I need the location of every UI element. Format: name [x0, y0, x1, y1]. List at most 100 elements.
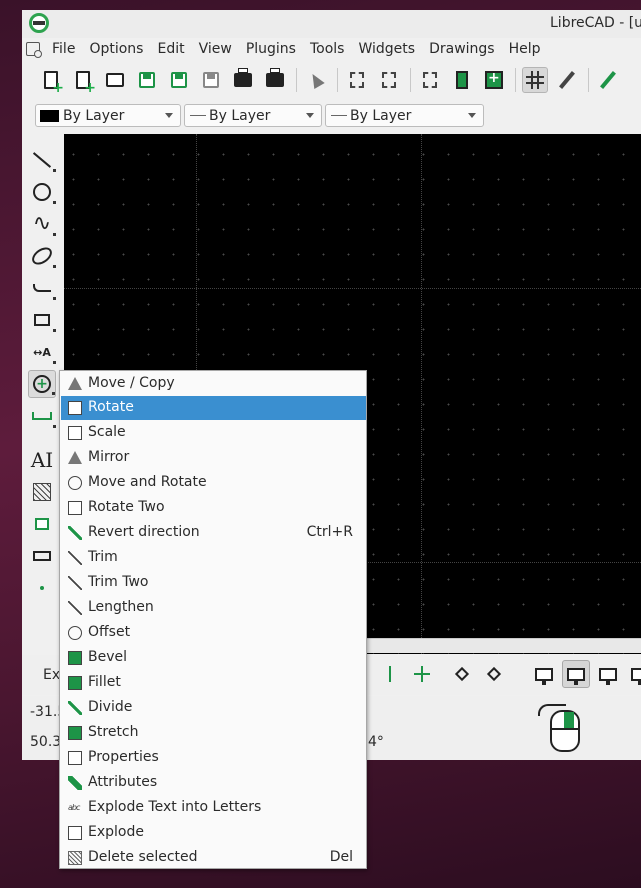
select-pointer-button[interactable]	[303, 67, 329, 93]
menu-item-move-copy[interactable]: Move / Copy	[61, 372, 366, 396]
modify-tool-button[interactable]: +	[28, 370, 56, 398]
toolbar-separator	[515, 68, 516, 92]
menu-item-move-and-rotate[interactable]: Move and Rotate	[61, 471, 366, 495]
ellipse-icon	[28, 243, 56, 269]
redo-button[interactable]	[376, 67, 402, 93]
menu-item-explode[interactable]: Explode	[61, 821, 366, 845]
menu-item-lengthen[interactable]: Lengthen	[61, 596, 366, 620]
menu-item-attributes[interactable]: Attributes	[61, 771, 366, 795]
menu-edit[interactable]: Edit	[150, 41, 191, 57]
menu-plugins[interactable]: Plugins	[239, 41, 303, 57]
menu-item-fillet[interactable]: Fillet	[61, 671, 366, 695]
width-combo-label: By Layer	[209, 107, 271, 124]
menu-item-revert-direction[interactable]: Revert direction Ctrl+R	[61, 521, 366, 545]
draft-button[interactable]	[554, 67, 580, 93]
revert-direction-icon	[68, 526, 82, 540]
attributes-icon	[68, 776, 82, 790]
save-button[interactable]	[134, 67, 160, 93]
print-preview-button[interactable]	[262, 67, 288, 93]
cut-button[interactable]	[417, 67, 443, 93]
rotate-two-icon	[68, 501, 82, 515]
block-tool-button[interactable]	[28, 542, 56, 570]
view-active-button[interactable]	[562, 660, 590, 688]
menu-item-properties[interactable]: Properties	[61, 746, 366, 770]
pen-button[interactable]	[595, 67, 621, 93]
snap-restrict-button[interactable]	[448, 660, 476, 688]
menu-help[interactable]: Help	[502, 41, 548, 57]
menu-item-divide[interactable]: Divide	[61, 696, 366, 720]
title-bar[interactable]: LibreCAD - [un	[22, 10, 641, 38]
text-tool-button[interactable]: AI	[28, 446, 56, 474]
dimension-tool-button[interactable]: ↔A	[28, 338, 56, 366]
lock-relative-button[interactable]	[480, 660, 508, 688]
librecad-logo-icon	[29, 13, 49, 33]
ellipse-tool-button[interactable]	[28, 242, 56, 270]
menu-item-rotate-two[interactable]: Rotate Two	[61, 496, 366, 520]
window-title: LibreCAD - [un	[550, 15, 641, 31]
grid-toggle-button[interactable]	[522, 67, 548, 93]
block-icon	[33, 551, 51, 561]
print-icon	[234, 68, 252, 87]
mouse-icon	[550, 710, 580, 752]
select-tool-button[interactable]	[28, 306, 56, 334]
dimension-icon: ↔A	[33, 345, 51, 359]
save-as-button[interactable]	[166, 67, 192, 93]
copy-button[interactable]	[449, 67, 475, 93]
menu-options[interactable]: Options	[82, 41, 150, 57]
save-all-button[interactable]	[198, 67, 224, 93]
modify-popup-menu: Move / Copy Rotate Scale Mirror Move and…	[59, 370, 367, 869]
line-icon	[32, 152, 52, 168]
menu-item-trim-two[interactable]: Trim Two	[61, 571, 366, 595]
menu-drawings[interactable]: Drawings	[422, 41, 502, 57]
view-button[interactable]	[530, 660, 558, 688]
menu-view[interactable]: View	[192, 41, 239, 57]
open-button[interactable]	[102, 67, 128, 93]
spline-tool-button[interactable]: ∿	[28, 210, 56, 238]
new-button[interactable]	[38, 67, 64, 95]
width-combo[interactable]: By Layer	[184, 104, 322, 127]
menu-item-mirror[interactable]: Mirror	[61, 446, 366, 470]
polyline-tool-button[interactable]	[28, 274, 56, 302]
menu-tools[interactable]: Tools	[303, 41, 352, 57]
width-swatch	[190, 115, 206, 116]
undo-button[interactable]	[344, 67, 370, 93]
menu-item-rotate[interactable]: Rotate	[61, 396, 366, 420]
snap-center-icon	[414, 666, 430, 682]
circle-tool-button[interactable]	[28, 178, 56, 206]
scale-icon	[68, 426, 82, 440]
menu-item-scale[interactable]: Scale	[61, 421, 366, 445]
grid-icon	[526, 71, 544, 89]
tool-palette: ∿ ↔A + AI	[22, 134, 62, 654]
window-menu-icon[interactable]	[26, 42, 42, 58]
text-icon: AI	[30, 448, 54, 472]
menu-item-delete-selected[interactable]: Delete selected Del	[61, 846, 366, 870]
image-icon	[35, 518, 49, 530]
menu-item-bevel[interactable]: Bevel	[61, 646, 366, 670]
undo-icon	[350, 72, 364, 88]
properties-icon	[68, 751, 82, 765]
snap-middle-icon	[389, 666, 391, 682]
linetype-combo[interactable]: By Layer	[325, 104, 484, 127]
snap-middle-button[interactable]	[376, 660, 404, 688]
menu-item-stretch[interactable]: Stretch	[61, 721, 366, 745]
view-alt-button[interactable]	[594, 660, 622, 688]
menu-file[interactable]: File	[45, 41, 82, 57]
hatch-tool-button[interactable]	[28, 478, 56, 506]
fillet-icon	[68, 676, 82, 690]
view-extra-button[interactable]	[626, 660, 641, 688]
snap-center-button[interactable]	[408, 660, 436, 688]
point-tool-button[interactable]	[28, 574, 56, 602]
print-button[interactable]	[230, 67, 256, 93]
menu-item-offset[interactable]: Offset	[61, 621, 366, 645]
line-tool-button[interactable]	[28, 146, 56, 174]
menu-widgets[interactable]: Widgets	[351, 41, 422, 57]
color-combo[interactable]: By Layer	[35, 104, 181, 127]
new-from-template-button[interactable]	[70, 67, 96, 95]
menu-item-explode-text[interactable]: abc Explode Text into Letters	[61, 796, 366, 820]
image-tool-button[interactable]	[28, 510, 56, 538]
measure-tool-button[interactable]	[28, 402, 56, 430]
menu-item-trim[interactable]: Trim	[61, 546, 366, 570]
paste-button[interactable]	[481, 67, 507, 93]
paste-icon	[485, 70, 503, 89]
trim-icon	[68, 551, 82, 565]
